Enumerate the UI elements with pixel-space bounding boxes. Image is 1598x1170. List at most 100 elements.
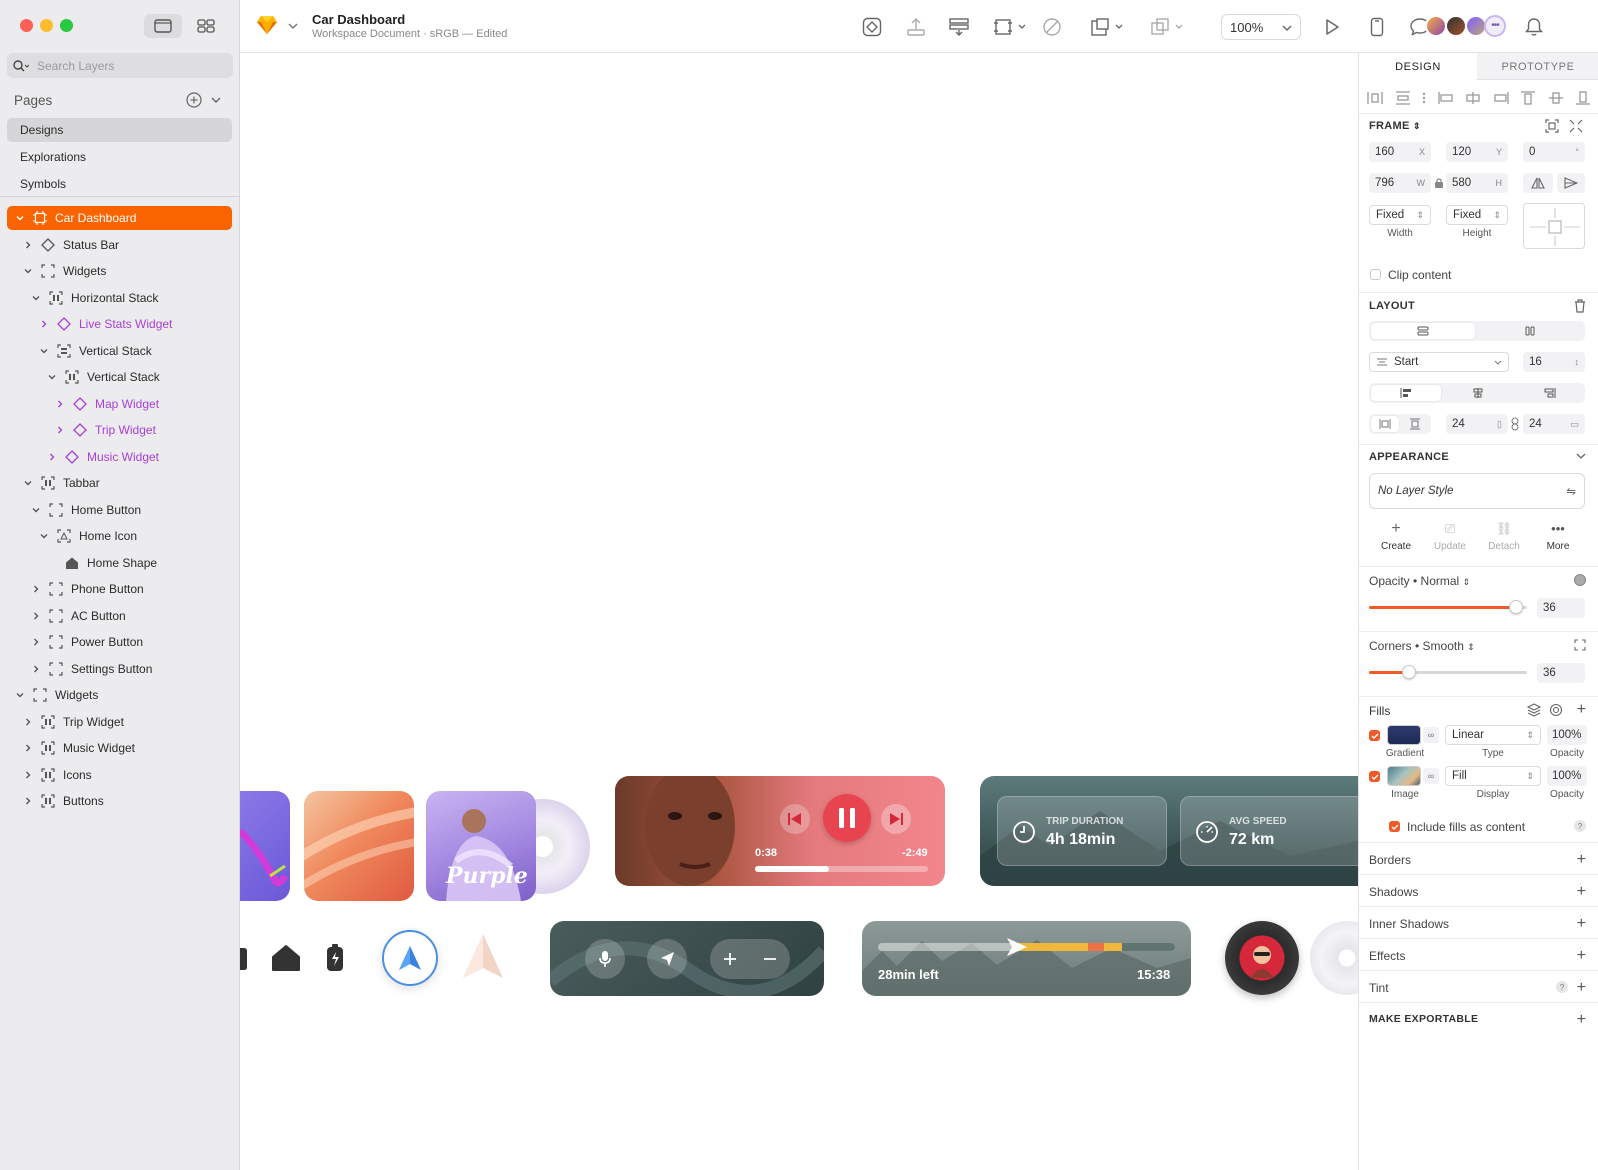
tab-design[interactable]: DESIGN <box>1359 53 1477 80</box>
add-page-icon[interactable] <box>186 92 202 108</box>
zoom-out-button[interactable] <box>750 939 790 979</box>
layer-row[interactable]: AC Button <box>7 604 232 628</box>
resize-button[interactable] <box>1088 16 1128 38</box>
flip-vertical-button[interactable] <box>1557 173 1585 193</box>
minimize-window-button[interactable] <box>40 19 53 32</box>
phone-icon[interactable] <box>240 946 252 972</box>
zoom-window-button[interactable] <box>60 19 73 32</box>
layer-row[interactable]: Phone Button <box>7 577 232 601</box>
chevron-down-icon[interactable] <box>210 94 222 106</box>
chevron-right-icon[interactable] <box>23 743 33 753</box>
tab-prototype[interactable]: PROTOTYPE <box>1479 53 1597 80</box>
lock-icon[interactable] <box>1434 177 1444 189</box>
pause-button[interactable] <box>823 794 871 842</box>
chevron-down-icon[interactable] <box>23 266 33 276</box>
chevron-down-icon[interactable] <box>1576 452 1586 460</box>
playback-progress-track[interactable] <box>755 866 928 872</box>
next-track-button[interactable] <box>881 804 911 834</box>
corners-field[interactable]: 36 <box>1537 663 1585 683</box>
album-art-tile[interactable] <box>304 791 414 901</box>
chevron-right-icon[interactable] <box>39 319 49 329</box>
chevron-right-icon[interactable] <box>23 770 33 780</box>
fill-opacity-field[interactable]: 100% <box>1547 725 1587 745</box>
navigation-arrow-light-icon[interactable] <box>458 930 508 986</box>
insert-button[interactable] <box>905 16 927 38</box>
layer-row[interactable]: Settings Button <box>7 657 232 681</box>
chevron-down-icon[interactable] <box>47 372 57 382</box>
corners-slider-handle[interactable] <box>1401 665 1416 679</box>
spacing-field[interactable]: 16 ↕ <box>1523 352 1585 372</box>
opacity-mode-select[interactable]: Opacity • Normal ⇕ <box>1369 574 1470 588</box>
align-bottom-icon[interactable] <box>1575 91 1591 105</box>
chevron-down-icon[interactable] <box>31 505 41 515</box>
route-progress-widget[interactable]: 28min left 15:38 <box>862 921 1191 996</box>
chevron-down-icon[interactable] <box>39 531 49 541</box>
fill-type-select[interactable]: Linear ⇕ <box>1445 725 1541 745</box>
distribute-horizontal-icon[interactable] <box>1367 91 1383 105</box>
chevron-right-icon[interactable] <box>23 240 33 250</box>
preview-device-button[interactable] <box>1366 16 1388 38</box>
corners-expand-icon[interactable] <box>1574 639 1586 651</box>
frame-section-title[interactable]: FRAME ⇕ <box>1369 120 1421 132</box>
frame-tool-button[interactable] <box>991 16 1031 38</box>
layer-row[interactable]: Live Stats Widget <box>7 312 232 336</box>
chevron-down-icon[interactable] <box>39 346 49 356</box>
chevron-right-icon[interactable] <box>55 425 65 435</box>
album-art-tile[interactable] <box>240 791 290 901</box>
avatar[interactable] <box>1445 15 1467 37</box>
navigation-button[interactable] <box>382 930 438 986</box>
width-mode-select[interactable]: Fixed ⇕ <box>1369 205 1431 225</box>
trip-duration-card[interactable]: TRIP DURATION 4h 18min <box>997 796 1167 866</box>
layer-row[interactable]: Horizontal Stack <box>7 286 232 310</box>
fill-variable-button[interactable]: ∞ <box>1423 727 1439 743</box>
power-icon[interactable] <box>324 943 346 973</box>
height-mode-select[interactable]: Fixed ⇕ <box>1446 205 1508 225</box>
canvas[interactable]: Purple 0:38 -2:49 TRIP DURATION 4h 18min… <box>240 53 1358 1170</box>
layer-row[interactable]: Widgets <box>7 259 232 283</box>
chevron-down-icon[interactable] <box>23 478 33 488</box>
boolean-button[interactable] <box>1148 16 1188 38</box>
x-field[interactable]: 160 X <box>1369 142 1431 162</box>
page-item-designs[interactable]: Designs <box>7 118 232 142</box>
chevron-down-icon[interactable] <box>15 690 25 700</box>
locate-button[interactable] <box>647 939 687 979</box>
shrink-frame-icon[interactable] <box>1569 119 1583 133</box>
trash-icon[interactable] <box>1574 299 1586 313</box>
fill-variable-button[interactable]: ∞ <box>1423 768 1439 784</box>
chevron-down-icon[interactable] <box>288 22 298 30</box>
update-style-button[interactable]: ⎚ Update <box>1423 521 1477 552</box>
more-style-button[interactable]: ••• More <box>1531 521 1585 552</box>
chevron-down-icon[interactable] <box>15 213 25 223</box>
align-right-icon[interactable] <box>1493 91 1509 105</box>
layer-row[interactable]: Vertical Stack <box>7 365 232 389</box>
layer-row[interactable]: Car Dashboard <box>7 206 232 230</box>
cross-align-right-button[interactable] <box>1515 385 1585 401</box>
map-controls-widget[interactable] <box>550 921 824 996</box>
fill-1-checkbox[interactable] <box>1369 730 1380 741</box>
add-fill-button[interactable]: + <box>1577 702 1586 718</box>
zoom-in-button[interactable] <box>710 939 750 979</box>
detach-style-button[interactable]: ⛓ Detach <box>1477 521 1531 552</box>
chevron-right-icon[interactable] <box>55 399 65 409</box>
layer-row[interactable]: Tabbar <box>7 471 232 495</box>
cross-align-left-button[interactable] <box>1371 385 1441 401</box>
fill-display-select[interactable]: Fill ⇕ <box>1445 766 1541 786</box>
home-icon[interactable] <box>271 944 301 972</box>
align-left-icon[interactable] <box>1437 91 1454 105</box>
microphone-button[interactable] <box>585 939 625 979</box>
notifications-button[interactable] <box>1523 16 1545 38</box>
layer-row[interactable]: Trip Widget <box>7 418 232 442</box>
chevron-down-icon[interactable] <box>31 293 41 303</box>
opacity-field[interactable]: 36 <box>1537 598 1585 618</box>
create-style-button[interactable]: + Create <box>1369 521 1423 553</box>
fill-opacity-field[interactable]: 100% <box>1547 766 1587 786</box>
image-fill-swatch[interactable] <box>1387 766 1421 786</box>
horizontal-direction-button[interactable] <box>1479 323 1583 339</box>
zoom-select[interactable]: 100% <box>1221 14 1301 40</box>
resizing-constraints-control[interactable] <box>1523 203 1585 249</box>
padding-vertical-button[interactable] <box>1401 416 1429 432</box>
color-variables-icon[interactable] <box>1549 703 1563 717</box>
height-field[interactable]: 580 H <box>1446 173 1508 193</box>
align-center-icon[interactable] <box>1465 91 1481 105</box>
layer-row[interactable]: Music Widget <box>7 445 232 469</box>
